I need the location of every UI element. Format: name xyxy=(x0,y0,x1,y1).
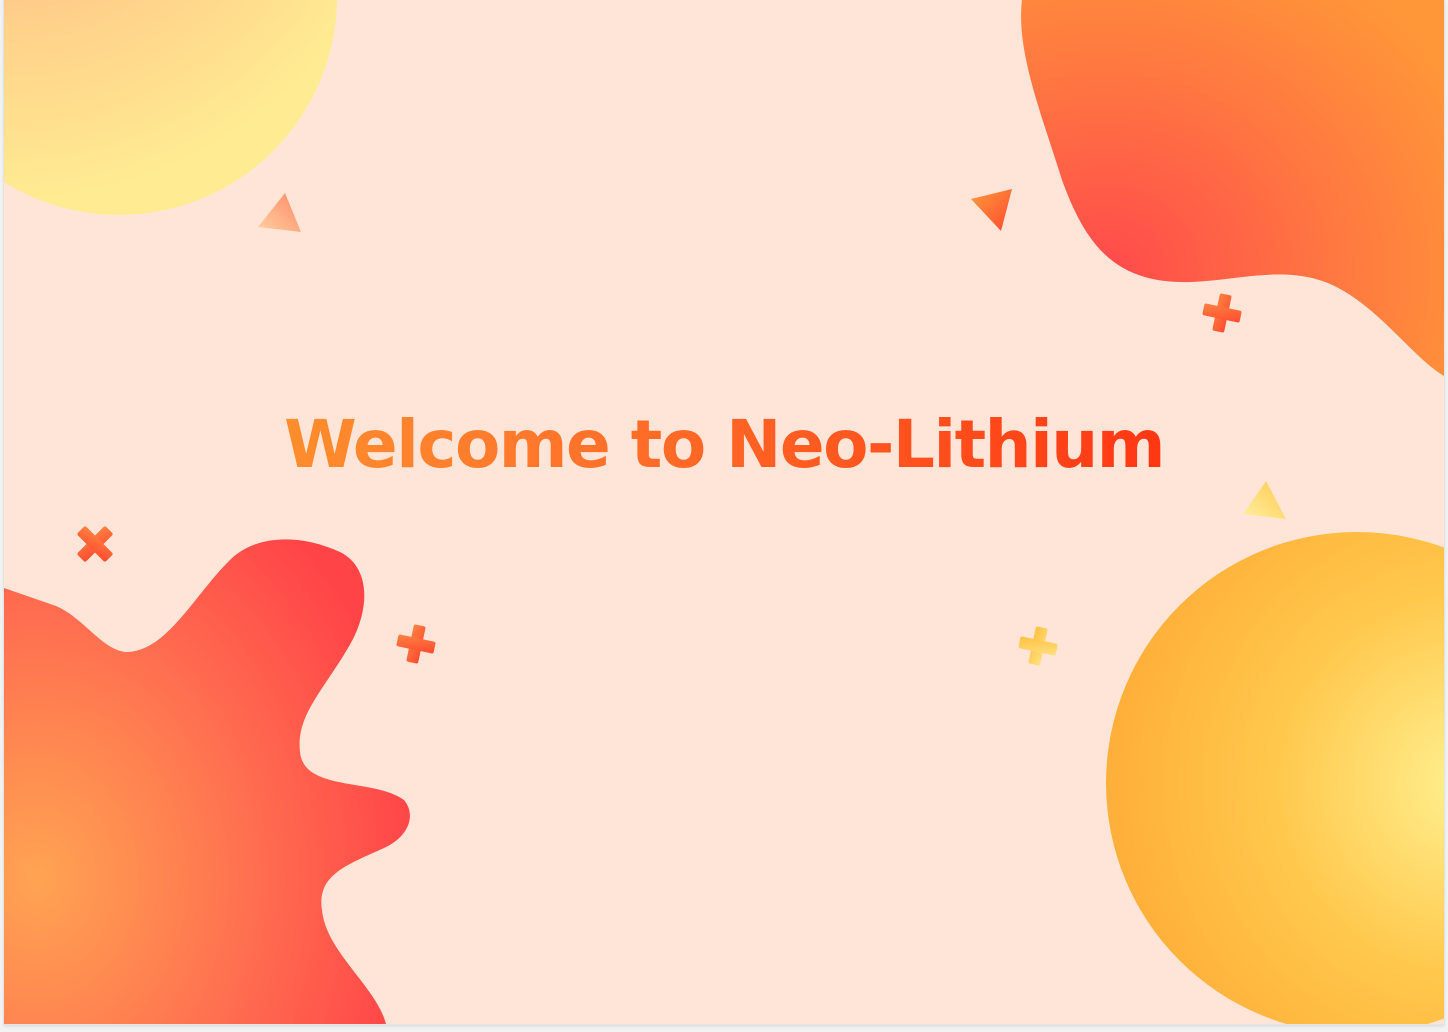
page-title: Welcome to Neo-Lithium xyxy=(4,402,1444,488)
welcome-slide: Welcome to Neo-Lithium xyxy=(4,0,1444,1024)
triangle-icon xyxy=(971,189,1012,231)
triangle-icon xyxy=(258,193,301,232)
cross-icon xyxy=(77,526,113,562)
plus-icon xyxy=(1202,293,1242,333)
plus-icon xyxy=(1018,626,1058,666)
plus-icon xyxy=(396,624,436,664)
decorative-shapes xyxy=(4,0,1444,1024)
sun-circle-top-left xyxy=(4,0,337,215)
blob-bottom-left xyxy=(4,539,410,1024)
sun-circle-bottom-right xyxy=(1106,532,1444,1024)
